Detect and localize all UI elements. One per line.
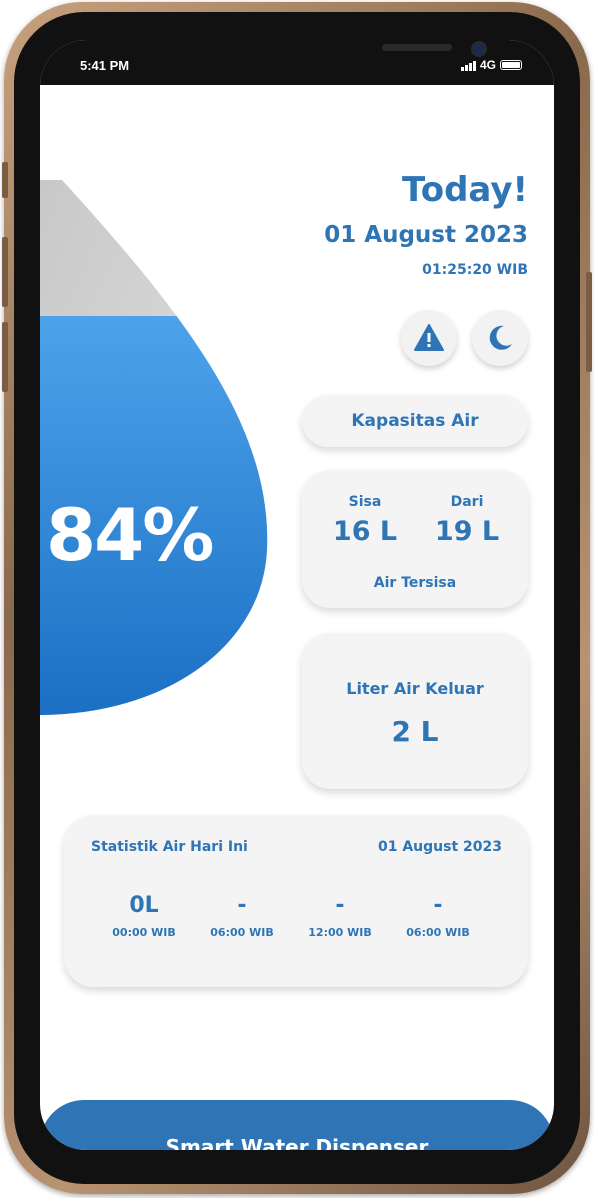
current-time: 01:25:20 WIB — [422, 262, 528, 278]
app-screen: 5:41 PM 4G 84% Today! 01 August 2023 01:… — [40, 40, 554, 1150]
stat-slot-time: 00:00 WIB — [112, 926, 176, 939]
remaining-label: Sisa — [348, 494, 382, 510]
page-title: Today! — [402, 170, 528, 210]
total-column: Dari 19 L — [417, 494, 517, 547]
front-camera — [471, 41, 487, 57]
remaining-column: Sisa 16 L — [315, 494, 415, 547]
speaker — [382, 44, 452, 51]
total-label: Dari — [450, 494, 484, 510]
stat-slot-value: - — [237, 893, 247, 918]
moon-icon — [489, 325, 512, 350]
current-date: 01 August 2023 — [324, 222, 528, 248]
dark-mode-button[interactable] — [472, 310, 528, 366]
bottom-app-bar: Smart Water Dispenser — [40, 1100, 554, 1150]
main-content: 84% Today! 01 August 2023 01:25:20 WIB K… — [40, 85, 554, 1150]
capacity-button[interactable]: Kapasitas Air — [302, 395, 528, 447]
app-name: Smart Water Dispenser — [165, 1135, 429, 1150]
notch — [160, 40, 487, 76]
stat-slot: - 06:00 WIB — [197, 893, 287, 939]
statistics-title: Statistik Air Hari Ini — [91, 839, 248, 855]
network-label: 4G — [479, 58, 496, 72]
stat-slot-value: 0L — [129, 893, 159, 918]
warning-button[interactable] — [401, 310, 457, 366]
stat-slot-value: - — [335, 893, 345, 918]
mute-switch — [2, 162, 8, 198]
remaining-value: 16 L — [332, 516, 398, 547]
warning-icon — [414, 324, 444, 351]
power-button — [586, 272, 592, 372]
dispensed-label: Liter Air Keluar — [346, 679, 484, 698]
signal-icon — [460, 60, 476, 71]
water-percentage: 84% — [46, 493, 214, 577]
stat-slot: - 12:00 WIB — [295, 893, 385, 939]
remaining-water-card: Sisa 16 L Dari 19 L Air Tersisa — [302, 470, 528, 608]
status-bar: 5:41 PM 4G — [40, 40, 554, 85]
volume-up-button — [2, 237, 8, 307]
status-indicators: 4G — [460, 58, 522, 72]
stat-slot: - 06:00 WIB — [393, 893, 483, 939]
remaining-caption: Air Tersisa — [373, 575, 457, 591]
stat-slot-time: 06:00 WIB — [210, 926, 274, 939]
water-drop-gauge — [40, 180, 268, 715]
stat-slot-time: 06:00 WIB — [406, 926, 470, 939]
capacity-label: Kapasitas Air — [351, 411, 479, 431]
stat-slot-time: 12:00 WIB — [308, 926, 372, 939]
battery-icon — [500, 60, 522, 70]
statistics-date: 01 August 2023 — [377, 839, 502, 855]
total-value: 19 L — [434, 516, 500, 547]
daily-statistics-card: Statistik Air Hari Ini 01 August 2023 0L… — [64, 815, 528, 987]
volume-down-button — [2, 322, 8, 392]
status-time: 5:41 PM — [80, 58, 130, 73]
stat-slot-value: - — [433, 893, 443, 918]
dispensed-value: 2 L — [391, 715, 439, 748]
dispensed-water-card: Liter Air Keluar 2 L — [302, 633, 528, 789]
stat-slot: 0L 00:00 WIB — [99, 893, 189, 939]
